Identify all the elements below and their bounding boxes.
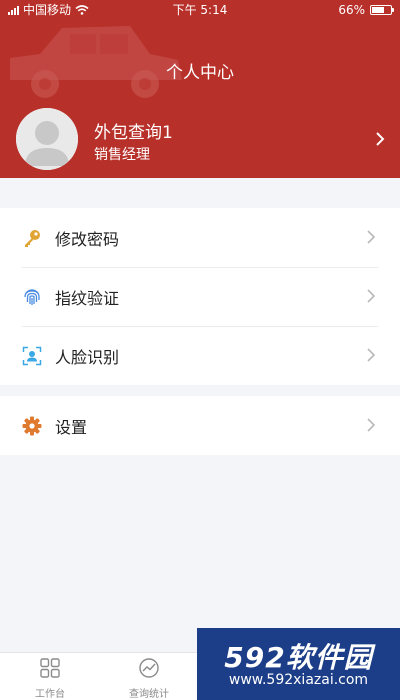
chart-icon xyxy=(139,658,159,678)
tab-label: 查询统计 xyxy=(129,689,169,700)
menu-item-face-recognition[interactable]: 人脸识别 xyxy=(0,326,400,385)
settings-menu: 设置 xyxy=(0,396,400,455)
gear-icon xyxy=(22,416,42,436)
chevron-right-icon xyxy=(367,230,376,244)
tab-workbench[interactable]: 工作台 xyxy=(15,657,85,700)
chevron-right-icon xyxy=(376,132,385,146)
watermark-url: www.592xiazai.com xyxy=(228,672,369,688)
battery-percent: 66% xyxy=(338,3,365,17)
tab-statistics[interactable]: 查询统计 xyxy=(114,657,184,700)
menu-item-label: 人脸识别 xyxy=(55,347,120,367)
security-menu: 修改密码 指纹验证 人脸识别 xyxy=(0,208,400,385)
watermark-title: 592软件园 xyxy=(224,641,373,674)
avatar-placeholder-icon xyxy=(16,108,78,170)
menu-item-settings[interactable]: 设置 xyxy=(0,396,400,455)
grid-icon xyxy=(40,658,60,678)
profile-card[interactable]: 外包查询1 销售经理 xyxy=(16,106,386,172)
page-title: 个人中心 xyxy=(166,63,234,83)
menu-item-label: 修改密码 xyxy=(55,229,120,249)
chevron-right-icon xyxy=(367,348,376,362)
user-role: 销售经理 xyxy=(94,147,150,163)
menu-item-label: 设置 xyxy=(55,417,88,437)
avatar xyxy=(16,108,78,170)
status-bar: 中国移动 下午 5:14 66% xyxy=(0,0,400,20)
menu-item-fingerprint[interactable]: 指纹验证 xyxy=(0,267,400,326)
battery-icon xyxy=(370,5,394,15)
menu-item-change-password[interactable]: 修改密码 xyxy=(0,208,400,267)
key-icon xyxy=(22,228,42,248)
fingerprint-icon xyxy=(22,287,42,307)
chevron-right-icon xyxy=(367,289,376,303)
chevron-right-icon xyxy=(367,418,376,432)
face-id-icon xyxy=(22,346,42,366)
header: 中国移动 下午 5:14 66% 个人中心 外包查询1 销售经理 xyxy=(0,0,400,178)
site-watermark: 592软件园 www.592xiazai.com xyxy=(197,628,400,700)
tab-label: 工作台 xyxy=(35,689,65,700)
menu-item-label: 指纹验证 xyxy=(55,288,120,308)
user-name: 外包查询1 xyxy=(94,123,173,143)
